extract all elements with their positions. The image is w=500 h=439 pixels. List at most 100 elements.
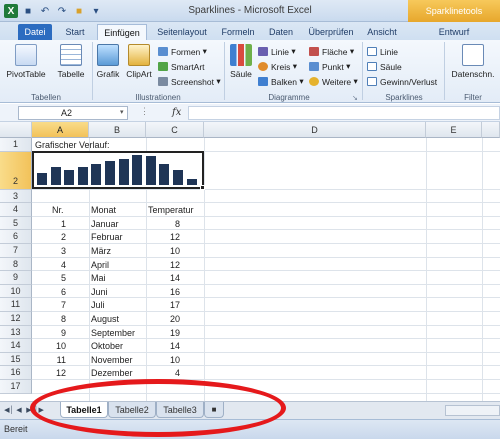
formula-bar: A2 ▾ ⋮ fx — [0, 104, 500, 122]
select-all-corner[interactable] — [0, 122, 32, 138]
punkt-chart-button[interactable]: Punkt ▾ — [309, 61, 350, 72]
kreis-chart-button[interactable]: Kreis ▾ — [258, 61, 297, 72]
smartart-icon — [158, 62, 168, 71]
row-header-3[interactable]: 3 — [0, 189, 32, 204]
sheet-tab-tabelle1[interactable]: Tabelle1 — [60, 402, 108, 418]
row-header-15[interactable]: 15 — [0, 352, 32, 367]
ribbon: PivotTable Tabelle Tabellen Grafik ClipA… — [0, 40, 500, 103]
scatter-chart-icon — [309, 62, 319, 71]
balken-chart-button[interactable]: Balken ▾ — [258, 76, 304, 87]
sparkline-bar — [173, 170, 183, 185]
horizontal-scrollbar[interactable] — [445, 405, 500, 416]
tabelle-button[interactable]: Tabelle — [54, 44, 88, 79]
grid-line — [32, 379, 500, 380]
sparkline-bar — [64, 170, 75, 185]
flaeche-label: Fläche — [322, 46, 348, 57]
fill-handle[interactable] — [200, 185, 205, 190]
tab-seitenlayout[interactable]: Seitenlayout — [151, 24, 213, 40]
column-header-b[interactable]: B — [89, 122, 146, 138]
row-header-12[interactable]: 12 — [0, 312, 32, 326]
tabelle-label: Tabelle — [57, 69, 85, 79]
tab-start[interactable]: Start — [58, 24, 92, 40]
insert-function-icon[interactable]: fx — [172, 107, 181, 118]
group-filter-label: Filter — [464, 93, 482, 102]
row-header-16[interactable]: 16 — [0, 366, 32, 380]
diagramme-dialog-launcher-icon[interactable]: ↘ — [352, 92, 358, 103]
sparkline-bar — [37, 173, 47, 185]
punkt-label: Punkt — [322, 61, 344, 72]
insert-sheet-icon[interactable]: ■ — [204, 402, 224, 418]
row-header-10[interactable]: 10 — [0, 284, 32, 299]
screenshot-button[interactable]: Screenshot ▾ — [158, 76, 221, 87]
sparkline-winloss-icon — [367, 77, 377, 86]
tab-daten[interactable]: Daten — [263, 24, 299, 40]
row-header-13[interactable]: 13 — [0, 325, 32, 340]
row-header-7[interactable]: 7 — [0, 244, 32, 258]
grid-line — [32, 215, 500, 217]
row-header-8[interactable]: 8 — [0, 257, 32, 272]
row-header-4[interactable]: 4 — [0, 203, 32, 217]
weitere-chart-button[interactable]: Weitere ▾ — [309, 76, 358, 87]
saeule-chart-button[interactable]: Säule — [228, 44, 254, 79]
ribbon-tabs: Datei Start Einfügen Seitenlayout Formel… — [0, 22, 500, 40]
smartart-label: SmartArt — [171, 61, 205, 72]
group-tabellen-label: Tabellen — [31, 93, 61, 102]
title-bar: X ■ ↶ ↷ ■ ▾ Sparklines - Microsoft Excel… — [0, 0, 500, 22]
tab-ansicht[interactable]: Ansicht — [362, 24, 402, 40]
row-header-14[interactable]: 14 — [0, 339, 32, 353]
row-header-11[interactable]: 11 — [0, 298, 32, 312]
first-sheet-icon[interactable]: ◀│ — [4, 405, 14, 416]
screenshot-icon — [158, 77, 168, 86]
prev-sheet-icon[interactable]: ◀ — [14, 405, 24, 416]
sparkline-saeule-button[interactable]: Säule — [367, 61, 402, 72]
grid-line — [32, 243, 500, 244]
grid-line — [32, 338, 500, 340]
formen-button[interactable]: Formen ▾ — [158, 46, 207, 57]
sparkline-gewinn-button[interactable]: Gewinn/Verlust — [367, 76, 437, 87]
row-header-6[interactable]: 6 — [0, 230, 32, 244]
status-bar: Bereit — [0, 419, 500, 439]
area-chart-icon — [309, 47, 319, 56]
column-header-c[interactable]: C — [146, 122, 204, 138]
next-sheet-icon[interactable]: ▶ — [24, 405, 34, 416]
last-sheet-icon[interactable]: │▶ — [34, 405, 44, 416]
tab-einfuegen[interactable]: Einfügen — [97, 24, 147, 40]
tab-ueberpruefen[interactable]: Überprüfen — [304, 24, 358, 40]
row-header-2[interactable]: 2 — [0, 151, 32, 190]
tab-datei[interactable]: Datei — [18, 24, 52, 40]
column-header-f[interactable] — [482, 122, 500, 138]
sparkline-saeule-label: Säule — [380, 61, 402, 72]
column-header-a[interactable]: A — [32, 122, 89, 138]
tab-formeln[interactable]: Formeln — [218, 24, 258, 40]
name-box[interactable]: A2 — [18, 106, 128, 120]
row-header-5[interactable]: 5 — [0, 216, 32, 231]
clipart-button[interactable]: ClipArt — [124, 44, 154, 79]
sparkline-column-icon — [367, 62, 377, 71]
sheet-tab-tabelle2[interactable]: Tabelle2 — [108, 402, 156, 418]
sparkline-cell-a2[interactable] — [32, 151, 205, 190]
sheet-tab-tabelle3[interactable]: Tabelle3 — [156, 402, 204, 418]
column-header-e[interactable]: E — [426, 122, 482, 138]
grafik-label: Grafik — [96, 69, 120, 79]
row-header-1[interactable]: 1 — [0, 138, 32, 152]
grid-line — [32, 270, 500, 272]
pivottable-button[interactable]: PivotTable — [4, 44, 48, 79]
flaeche-chart-button[interactable]: Fläche ▾ — [309, 46, 354, 57]
sparkline-bar — [118, 159, 129, 185]
sparkline-linie-button[interactable]: Linie — [367, 46, 398, 57]
datenschnitt-button[interactable]: Datenschn. — [446, 44, 500, 79]
bar-chart-icon — [258, 77, 268, 86]
formula-input[interactable] — [188, 106, 500, 120]
formen-label: Formen — [171, 46, 201, 57]
tab-entwurf[interactable]: Entwurf — [410, 24, 498, 40]
smartart-button[interactable]: SmartArt — [158, 61, 205, 72]
namebox-dropdown-icon[interactable]: ▾ — [120, 108, 124, 116]
row-header-9[interactable]: 9 — [0, 271, 32, 285]
linie-label: Linie — [271, 46, 289, 57]
grafik-button[interactable]: Grafik — [94, 44, 122, 79]
column-header-d[interactable]: D — [204, 122, 426, 138]
linie-chart-button[interactable]: Linie ▾ — [258, 46, 296, 57]
row-header-17[interactable]: 17 — [0, 380, 32, 394]
clipart-icon — [128, 44, 150, 66]
sparkline-bar — [145, 156, 156, 185]
